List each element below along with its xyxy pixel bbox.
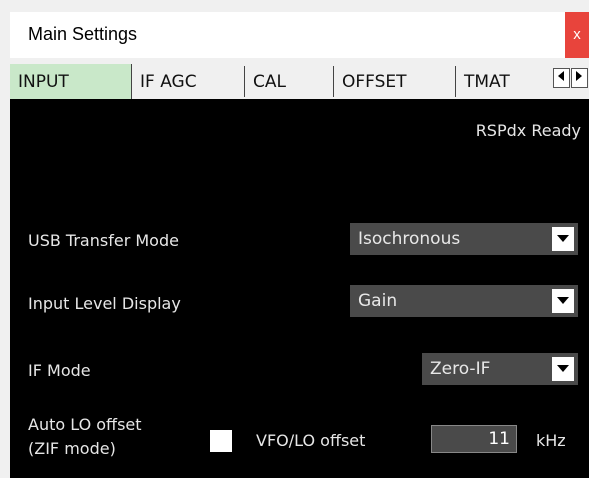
tab-label: CAL: [253, 72, 286, 92]
vfo-lo-offset-value: 11: [488, 429, 510, 449]
tab-scroll-left-button[interactable]: [553, 68, 570, 88]
title-bar: Main Settings x: [10, 12, 589, 58]
dropdown-arrow-icon: [552, 357, 574, 381]
zif-mode-label: (ZIF mode): [28, 439, 116, 458]
vfo-lo-offset-label: VFO/LO offset: [256, 431, 366, 450]
close-button[interactable]: x: [565, 12, 589, 58]
if-mode-label: IF Mode: [28, 361, 91, 380]
usb-transfer-mode-value: Isochronous: [358, 229, 461, 249]
dropdown-arrow-icon: [552, 227, 574, 251]
vfo-lo-offset-unit: kHz: [536, 431, 566, 450]
tab-bar: INPUT IF AGC CAL OFFSET TMAT: [10, 64, 589, 99]
input-level-display-label: Input Level Display: [28, 294, 181, 313]
input-level-display-value: Gain: [358, 291, 398, 311]
auto-lo-offset-checkbox[interactable]: [210, 430, 232, 452]
close-icon: x: [573, 26, 581, 43]
tab-cal[interactable]: CAL: [245, 66, 334, 97]
tab-if-agc[interactable]: IF AGC: [132, 66, 245, 97]
tab-label: TMAT: [464, 72, 510, 92]
arrow-left-icon: [558, 71, 564, 81]
window-title: Main Settings: [28, 24, 138, 44]
usb-transfer-mode-label: USB Transfer Mode: [28, 231, 179, 250]
tab-label: IF AGC: [140, 72, 197, 92]
main-settings-window: Main Settings x INPUT IF AGC CAL OFFSET …: [0, 0, 589, 478]
tab-label: OFFSET: [342, 72, 407, 92]
tab-offset[interactable]: OFFSET: [334, 66, 456, 97]
tab-label: INPUT: [18, 72, 69, 92]
if-mode-value: Zero-IF: [430, 359, 491, 379]
auto-lo-offset-label: Auto LO offset: [28, 415, 142, 434]
if-mode-select[interactable]: Zero-IF: [422, 353, 578, 385]
tab-scroll-right-button[interactable]: [571, 68, 588, 88]
device-status: RSPdx Ready: [475, 121, 581, 140]
tab-tmat[interactable]: TMAT: [456, 66, 554, 97]
input-settings-panel: RSPdx Ready USB Transfer Mode Isochronou…: [10, 99, 589, 478]
input-level-display-select[interactable]: Gain: [350, 285, 578, 317]
usb-transfer-mode-select[interactable]: Isochronous: [350, 223, 578, 255]
arrow-right-icon: [576, 71, 582, 81]
tab-input[interactable]: INPUT: [10, 64, 132, 99]
vfo-lo-offset-input[interactable]: 11: [431, 425, 517, 453]
dropdown-arrow-icon: [552, 289, 574, 313]
